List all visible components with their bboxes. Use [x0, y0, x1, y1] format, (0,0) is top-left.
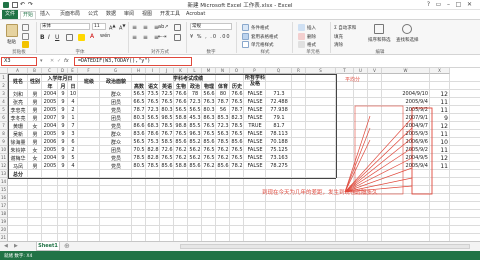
- excel-window: ↶ ↷ 新建 Microsoft Excel 工作表.xlsx - Excel …: [0, 0, 480, 260]
- wrap-text-icon[interactable]: [174, 24, 181, 31]
- tab-file[interactable]: 文件: [2, 10, 19, 19]
- ribbon-divider: [330, 22, 331, 53]
- indent-icon[interactable]: ⇤⇥: [158, 34, 166, 40]
- borders-icon[interactable]: [66, 34, 73, 41]
- tab-developer[interactable]: 开发工具: [158, 11, 182, 19]
- sheet-tab-sheet1[interactable]: Sheet1: [36, 242, 60, 251]
- insert-function-icon[interactable]: fx: [64, 58, 69, 64]
- tab-home[interactable]: 开始: [20, 11, 37, 19]
- tab-acrobat[interactable]: Acrobat: [184, 11, 207, 19]
- delete-cells-icon[interactable]: [298, 33, 305, 40]
- italic-icon[interactable]: I: [48, 34, 50, 41]
- fill-color-icon[interactable]: [78, 34, 85, 41]
- formula-bar: X3 ▾ ✕ ✓ fx =DATEDIF(W3,TODAY(),"y"): [0, 55, 480, 68]
- cancel-formula-icon[interactable]: ✕: [50, 58, 54, 64]
- annotation-text: 到现在今天为几年的差距，发生到现在时隔多久: [262, 190, 378, 196]
- find-select-icon[interactable]: [402, 24, 412, 34]
- save-icon[interactable]: [12, 2, 18, 8]
- fill-button[interactable]: 填充: [334, 34, 343, 40]
- shrink-font-icon[interactable]: A▼: [119, 23, 126, 32]
- font-color-icon[interactable]: A: [90, 33, 94, 40]
- status-text: 就绪 数字: X4: [4, 254, 33, 259]
- autosum-button[interactable]: Σ 自动求和: [334, 25, 356, 31]
- font-name-select[interactable]: 宋体: [40, 23, 90, 30]
- tab-review[interactable]: 审阅: [122, 11, 136, 19]
- format-cells-icon[interactable]: [298, 41, 305, 48]
- undo-icon[interactable]: ↶: [20, 2, 26, 8]
- insert-cells-icon[interactable]: [298, 24, 305, 31]
- vertical-align-icons[interactable]: ≡ ≡ ≡: [132, 24, 161, 31]
- title-bar: ↶ ↷ 新建 Microsoft Excel 工作表.xlsx - Excel …: [0, 0, 480, 10]
- annotation-arrow: [344, 127, 371, 193]
- copy-icon[interactable]: [22, 33, 29, 40]
- tab-insert[interactable]: 插入: [38, 11, 52, 19]
- conditional-format-button[interactable]: 条件格式: [251, 25, 269, 31]
- sort-filter-icon[interactable]: [374, 24, 384, 34]
- paste-icon[interactable]: [6, 24, 18, 37]
- ribbon-divider: [128, 22, 129, 53]
- ribbon-display-button[interactable]: ▭: [434, 1, 443, 8]
- ribbon-divider: [186, 22, 187, 53]
- tab-formulas[interactable]: 公式: [86, 11, 100, 19]
- redo-icon[interactable]: ↷: [28, 2, 34, 8]
- window-title: 新建 Microsoft Excel 工作表.xlsx - Excel: [187, 3, 293, 9]
- insert-cells-button[interactable]: 插入: [307, 25, 316, 31]
- tab-view[interactable]: 视图: [140, 11, 154, 19]
- clear-button[interactable]: 清除: [334, 42, 343, 48]
- selected-result-box: [411, 107, 433, 195]
- worksheet-grid[interactable]: A B C D E F G H I J K L M N O P Q R S T U V W X 1 2 3 4 5 6 7 8 9 10 11 12 1…: [0, 68, 480, 241]
- maximize-button[interactable]: □: [454, 1, 463, 8]
- cell-styles-icon[interactable]: [242, 41, 249, 48]
- excel-logo-icon: [3, 2, 9, 8]
- phonetic-icon[interactable]: wén: [100, 33, 110, 39]
- paste-label: 粘贴: [7, 40, 16, 45]
- ribbon: 粘贴 剪贴板 宋体 11 A▲ A▼ B I U A wén 字体 ≡ ≡ ≡ …: [0, 19, 480, 55]
- font-size-select[interactable]: 11: [92, 23, 106, 30]
- annotation-overlay: [344, 105, 433, 195]
- name-box[interactable]: X3: [1, 57, 37, 66]
- cut-icon[interactable]: [22, 24, 29, 31]
- ribbon-divider: [236, 22, 237, 53]
- cell-styles-button[interactable]: 单元格样式: [251, 42, 274, 48]
- table-format-icon[interactable]: [242, 33, 249, 40]
- format-cells-button[interactable]: 格式: [307, 42, 316, 48]
- conditional-format-icon[interactable]: [242, 24, 249, 31]
- tab-data[interactable]: 数据: [104, 11, 118, 19]
- sheet-tab-bar: ◀ ▶ Sheet1 ⊕: [0, 241, 480, 251]
- close-button[interactable]: ✕: [465, 1, 474, 8]
- tab-page-layout[interactable]: 页面布局: [58, 11, 82, 19]
- avg-column-label: 平均分: [345, 77, 361, 83]
- bold-icon[interactable]: B: [40, 34, 45, 41]
- minimize-button[interactable]: –: [444, 1, 453, 8]
- format-painter-icon[interactable]: [22, 41, 29, 48]
- horizontal-scrollbar[interactable]: [180, 244, 470, 249]
- grow-font-icon[interactable]: A▲: [109, 23, 116, 32]
- underline-icon[interactable]: U: [55, 34, 59, 41]
- new-sheet-icon[interactable]: ⊕: [64, 242, 70, 250]
- horizontal-align-icons[interactable]: ≡ ≡ ≡: [132, 34, 161, 41]
- number-format-icons[interactable]: ¥ % , .0 .00: [190, 34, 231, 40]
- number-format-select[interactable]: 常规: [190, 23, 232, 30]
- enter-formula-icon[interactable]: ✓: [57, 58, 61, 64]
- ribbon-divider: [292, 22, 293, 53]
- orientation-icon[interactable]: ab↗: [158, 24, 168, 30]
- annotation-arrow: [344, 115, 371, 193]
- sheet-nav-next-icon[interactable]: ▶: [14, 243, 18, 249]
- ribbon-divider: [36, 22, 37, 53]
- merge-center-icon[interactable]: [174, 34, 181, 41]
- sort-filter-button[interactable]: 排序和筛选: [368, 37, 391, 43]
- status-bar: 就绪 数字: X4: [0, 251, 480, 260]
- table-format-button[interactable]: 套用表格格式: [251, 34, 278, 40]
- sheet-nav-prev-icon[interactable]: ◀: [4, 243, 8, 249]
- ribbon-tabs: 文件 开始 插入 页面布局 公式 数据 审阅 视图 开发工具 Acrobat: [0, 10, 480, 19]
- help-button[interactable]: ?: [424, 1, 433, 8]
- name-box-dropdown-icon[interactable]: ▾: [40, 58, 43, 64]
- formula-input[interactable]: =DATEDIF(W3,TODAY(),"y"): [74, 57, 192, 66]
- find-select-button[interactable]: 查找和选择: [396, 37, 419, 43]
- delete-cells-button[interactable]: 删除: [307, 34, 316, 40]
